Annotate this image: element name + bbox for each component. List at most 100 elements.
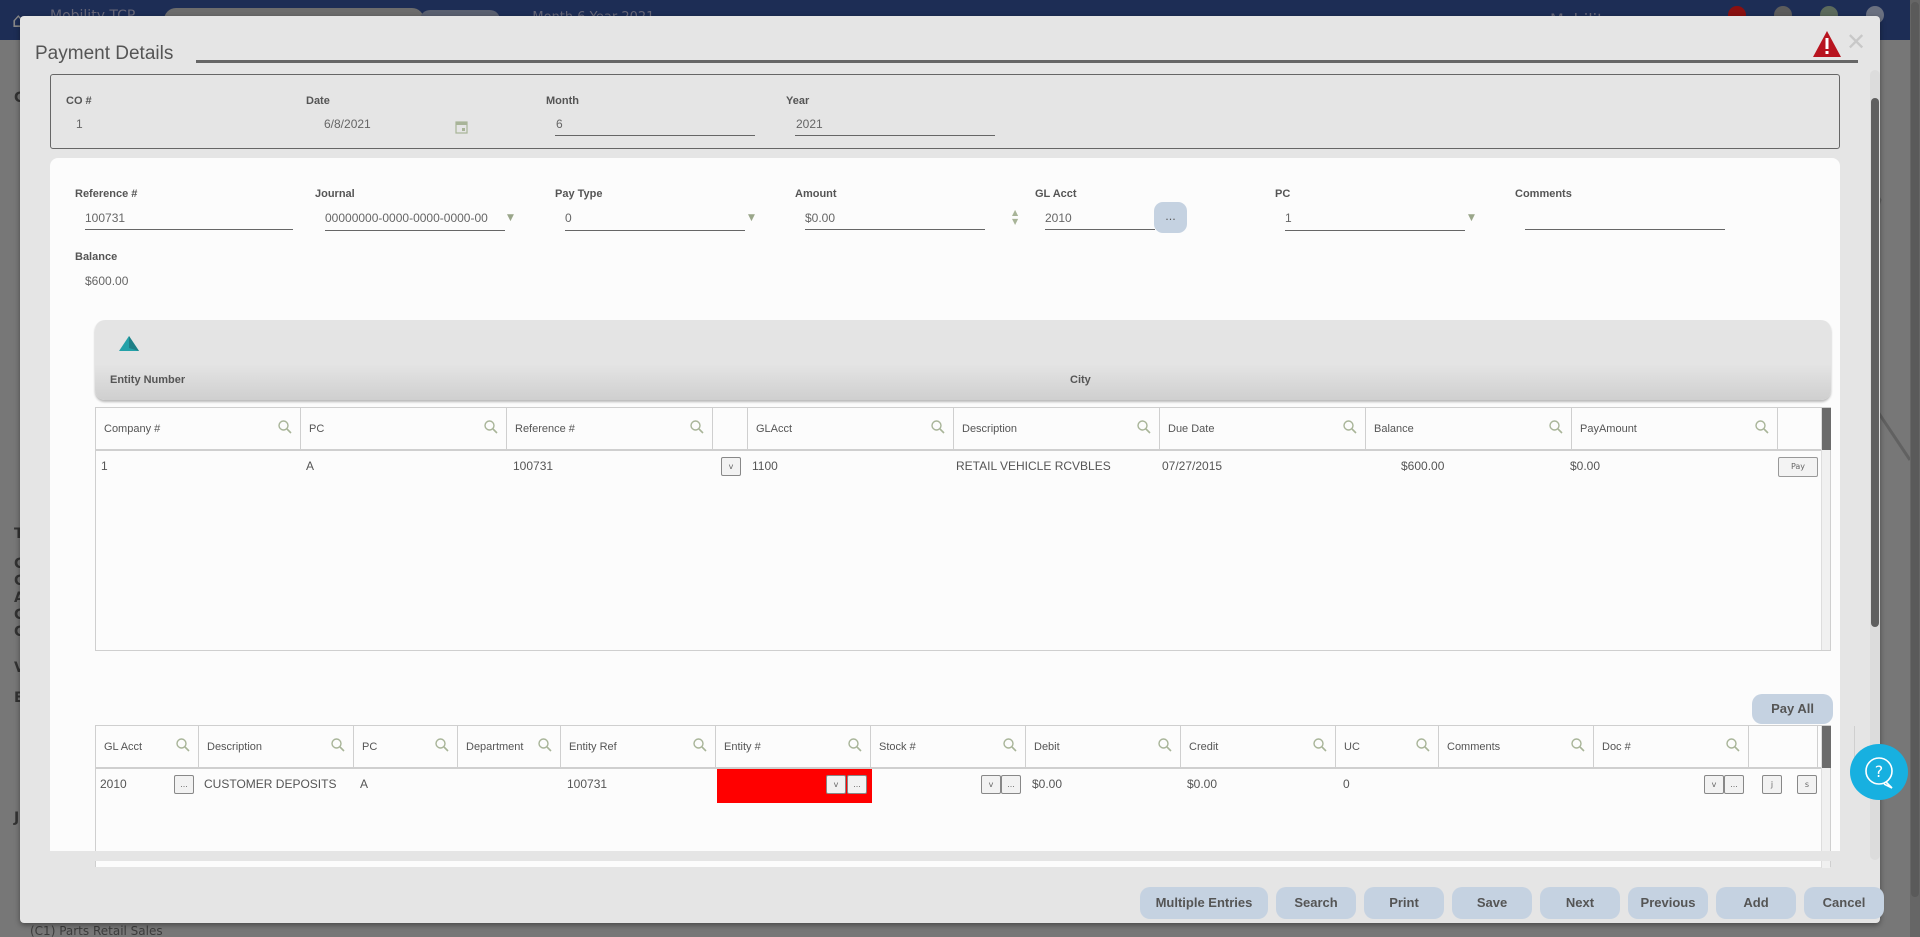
distribution-column-header[interactable]: UC [1336,726,1439,769]
column-search-icon[interactable] [1312,737,1328,753]
stock-view-button[interactable]: v [981,775,1001,794]
column-search-icon[interactable] [692,737,708,753]
save-button[interactable]: Save [1452,887,1532,919]
entity-view-button[interactable]: v [826,775,846,794]
previous-button[interactable]: Previous [1628,887,1708,919]
column-header-label: Due Date [1168,423,1215,435]
invoice-column-header[interactable]: Description [954,408,1160,451]
distribution-column-header[interactable]: Entity Ref [561,726,716,769]
distribution-column-header[interactable]: Department [458,726,561,769]
column-search-icon[interactable] [847,737,863,753]
reference-label: Reference # [75,188,138,200]
collapse-logo-icon[interactable] [119,336,139,352]
distribution-column-header[interactable] [1749,726,1818,769]
invoice-column-header[interactable]: Due Date [1160,408,1366,451]
date-field[interactable]: 6/8/2021 [324,117,371,131]
pay-button[interactable]: Pay [1778,457,1818,477]
distribution-column-header[interactable]: PC [354,726,458,769]
reference-field[interactable]: 100731 [85,211,125,225]
distribution-column-header[interactable]: Comments [1439,726,1594,769]
search-button[interactable]: Search [1276,887,1356,919]
distribution-column-header[interactable]: Description [199,726,354,769]
column-search-icon[interactable] [277,419,293,435]
month-label: Month [546,95,579,107]
column-search-icon[interactable] [1136,419,1152,435]
distribution-column-header[interactable]: Doc # [1594,726,1749,769]
doc-lookup-button[interactable]: ... [1724,775,1744,794]
month-field[interactable]: 6 [556,117,563,131]
close-button[interactable]: ✕ [1846,30,1866,54]
amount-field[interactable]: $0.00 [805,211,835,225]
distribution-cell-debit: $0.00 [1032,777,1063,791]
column-search-icon[interactable] [1754,419,1770,435]
pay-type-dropdown-arrow-icon[interactable]: ▼ [748,213,755,223]
invoice-column-header[interactable]: PayAmount [1572,408,1778,451]
column-search-icon[interactable] [1342,419,1358,435]
invoice-column-header[interactable]: Balance [1366,408,1572,451]
distribution-column-header[interactable]: Credit [1181,726,1336,769]
doc-view-button[interactable]: v [1704,775,1724,794]
distribution-column-header[interactable]: Stock # [871,726,1026,769]
invoice-column-header[interactable] [1778,408,1827,451]
invoice-grid-scrollbar[interactable] [1821,408,1831,650]
invoice-column-header[interactable]: Reference # [507,408,713,451]
column-search-icon[interactable] [1548,419,1564,435]
column-search-icon[interactable] [1157,737,1173,753]
invoice-cell-company: 1 [101,459,108,473]
distribution-column-header[interactable]: GL Acct [96,726,199,769]
co-label: CO # [66,95,92,107]
multiple-entries-button[interactable]: Multiple Entries [1140,887,1268,919]
pay-type-select[interactable]: 0 [565,211,572,225]
amount-label: Amount [795,188,837,200]
pc-dropdown-arrow-icon[interactable]: ▼ [1468,213,1475,223]
help-chat-button[interactable]: ? [1850,744,1908,800]
invoice-column-header[interactable] [713,408,748,451]
column-search-icon[interactable] [175,737,191,753]
cancel-button[interactable]: Cancel [1804,887,1884,919]
gl-acct-lookup-button[interactable]: ... [174,775,194,794]
calendar-icon[interactable] [455,120,468,134]
gl-acct-field[interactable]: 2010 [1045,211,1072,225]
distribution-column-header[interactable]: Debit [1026,726,1181,769]
invoice-column-header[interactable]: PC [301,408,507,451]
invoice-column-header[interactable]: GLAcct [748,408,954,451]
help-question-icon: ? [1865,757,1893,789]
journal-select[interactable]: 00000000-0000-0000-0000-00 [325,211,505,225]
column-search-icon[interactable] [1725,737,1741,753]
column-search-icon[interactable] [483,419,499,435]
column-search-icon[interactable] [434,737,450,753]
entity-search-bar: Entity Number City [95,320,1831,400]
distribution-cell-description: CUSTOMER DEPOSITS [204,777,337,791]
stock-lookup-button[interactable]: ... [1001,775,1021,794]
warning-triangle-icon[interactable] [1812,30,1842,58]
column-search-icon[interactable] [1570,737,1586,753]
column-search-icon[interactable] [930,419,946,435]
invoice-column-header[interactable]: Company # [96,408,301,451]
pc-select[interactable]: 1 [1285,211,1292,225]
invoice-view-button[interactable]: v [721,457,741,476]
s-button[interactable]: s [1797,775,1817,794]
distribution-cell-entity-ref: 100731 [567,777,608,791]
column-search-icon[interactable] [1415,737,1431,753]
column-search-icon[interactable] [689,419,705,435]
add-button[interactable]: Add [1716,887,1796,919]
city-label: City [1070,374,1091,386]
distribution-grid-scrollbar[interactable] [1821,726,1831,868]
entity-lookup-button[interactable]: ... [847,775,867,794]
next-button[interactable]: Next [1540,887,1620,919]
column-header-label: PayAmount [1580,423,1637,435]
column-search-icon[interactable] [537,737,553,753]
journal-dropdown-arrow-icon[interactable]: ▼ [507,213,514,223]
page-scrollbar[interactable] [1910,0,1920,937]
gl-acct-lookup-button[interactable]: ... [1154,202,1187,233]
amount-spinner[interactable]: ▲ ▼ [1012,208,1022,226]
journal-j-button[interactable]: j [1762,775,1782,794]
year-field[interactable]: 2021 [796,117,823,131]
column-header-label: UC [1344,741,1360,753]
modal-scrollbar[interactable] [1870,70,1880,860]
print-button[interactable]: Print [1364,887,1444,919]
distribution-column-header[interactable]: Entity # [716,726,871,769]
column-search-icon[interactable] [1002,737,1018,753]
pay-all-button[interactable]: Pay All [1752,694,1833,724]
column-search-icon[interactable] [330,737,346,753]
